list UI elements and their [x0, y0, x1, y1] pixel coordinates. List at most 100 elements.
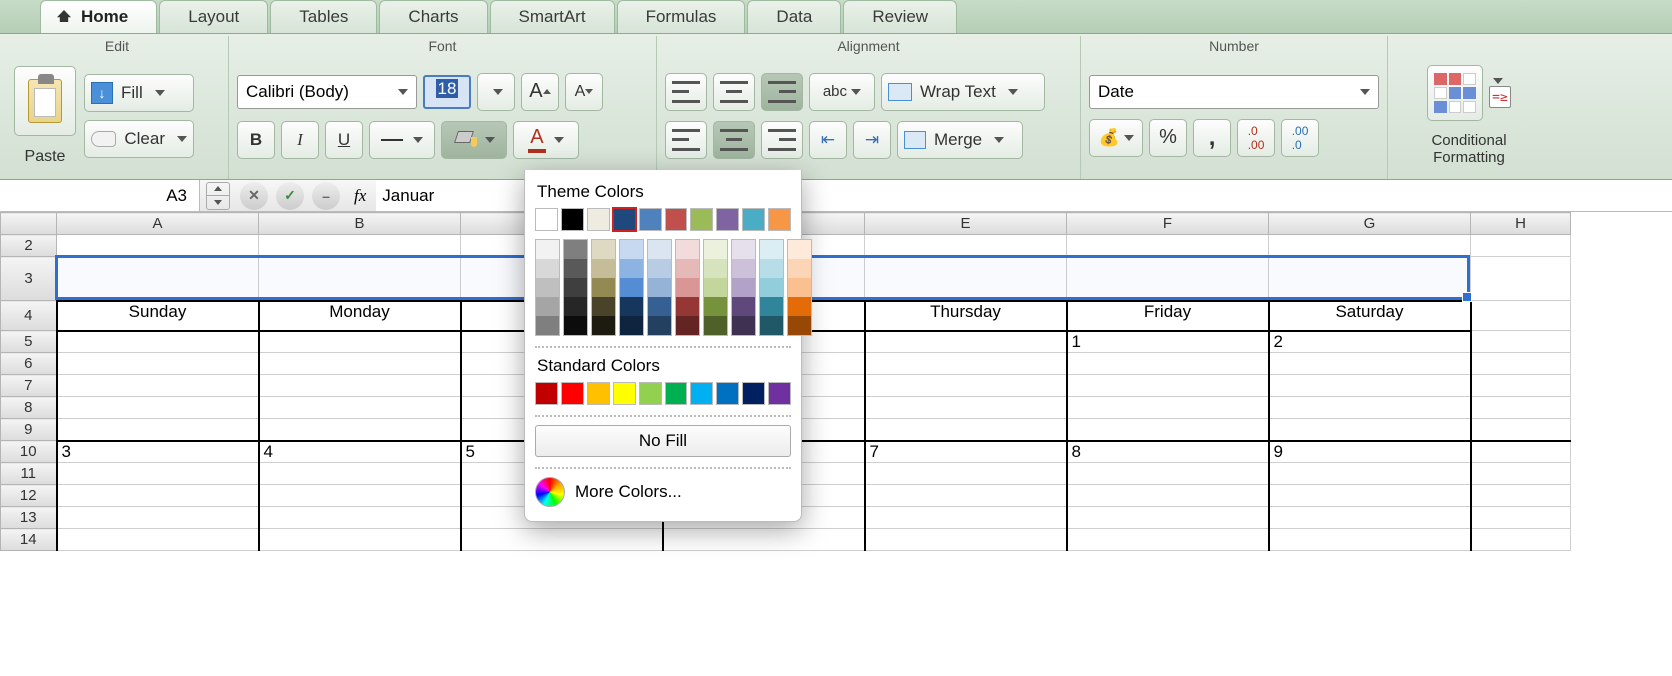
standard-color-swatch[interactable]	[716, 382, 739, 405]
theme-shade-swatch[interactable]	[592, 259, 615, 278]
wrap-text-button[interactable]: Wrap Text	[881, 73, 1045, 111]
theme-shade-swatch[interactable]	[620, 278, 643, 297]
standard-color-swatch[interactable]	[535, 382, 558, 405]
theme-shade-swatch[interactable]	[620, 259, 643, 278]
calendar-cell[interactable]	[865, 485, 1067, 507]
fill-color-button[interactable]	[441, 121, 507, 159]
theme-shade-swatch[interactable]	[704, 316, 727, 335]
underline-button[interactable]: U	[325, 121, 363, 159]
theme-shade-swatch[interactable]	[592, 278, 615, 297]
theme-shade-swatch[interactable]	[564, 278, 587, 297]
theme-color-swatch[interactable]	[742, 208, 765, 231]
calendar-cell[interactable]	[259, 353, 461, 375]
column-header[interactable]: E	[865, 213, 1067, 235]
calendar-cell[interactable]	[57, 463, 259, 485]
border-button[interactable]	[369, 121, 435, 159]
calendar-cell[interactable]: 2	[1269, 331, 1471, 353]
theme-shade-swatch[interactable]	[760, 278, 783, 297]
theme-shade-swatch[interactable]	[788, 297, 811, 316]
orientation-button[interactable]: abc	[809, 73, 875, 111]
calendar-cell[interactable]	[663, 529, 865, 551]
tab-data[interactable]: Data	[747, 0, 841, 33]
standard-color-swatch[interactable]	[742, 382, 765, 405]
theme-shade-swatch[interactable]	[788, 259, 811, 278]
row-header[interactable]: 6	[1, 353, 57, 375]
theme-shade-swatch[interactable]	[536, 297, 559, 316]
align-right-button[interactable]	[761, 121, 803, 159]
italic-button[interactable]: I	[281, 121, 319, 159]
tab-formulas[interactable]: Formulas	[617, 0, 746, 33]
calendar-cell[interactable]	[1269, 419, 1471, 441]
standard-color-swatch[interactable]	[561, 382, 584, 405]
calendar-cell[interactable]	[1269, 353, 1471, 375]
theme-color-swatch[interactable]	[587, 208, 610, 231]
calendar-cell[interactable]	[259, 419, 461, 441]
fill-button[interactable]: ↓ Fill	[84, 74, 194, 112]
standard-color-swatch[interactable]	[768, 382, 791, 405]
theme-shade-swatch[interactable]	[564, 316, 587, 335]
row-header[interactable]: 3	[1, 257, 57, 301]
calendar-cell[interactable]	[57, 353, 259, 375]
name-box-stepper[interactable]	[206, 182, 230, 210]
row-header[interactable]: 11	[1, 463, 57, 485]
number-format-select[interactable]: Date	[1089, 75, 1379, 109]
calendar-cell[interactable]	[865, 463, 1067, 485]
decrease-decimal-button[interactable]: .0.00	[1237, 119, 1275, 157]
row-header[interactable]: 12	[1, 485, 57, 507]
column-header[interactable]: F	[1067, 213, 1269, 235]
calendar-cell[interactable]	[1269, 463, 1471, 485]
standard-color-swatch[interactable]	[665, 382, 688, 405]
decrease-indent-button[interactable]: ⇤	[809, 121, 847, 159]
calendar-cell[interactable]	[259, 375, 461, 397]
calendar-cell[interactable]	[1067, 419, 1269, 441]
formula-builder-button[interactable]: –	[312, 182, 340, 210]
calendar-cell[interactable]	[57, 507, 259, 529]
merge-button[interactable]: Merge	[897, 121, 1023, 159]
column-header[interactable]: A	[57, 213, 259, 235]
theme-shade-swatch[interactable]	[648, 240, 671, 259]
no-fill-button[interactable]: No Fill	[535, 425, 791, 457]
name-box[interactable]: A3	[0, 180, 200, 211]
dropdown-icon[interactable]	[1493, 78, 1503, 84]
tab-layout[interactable]: Layout	[159, 0, 268, 33]
theme-shade-swatch[interactable]	[564, 240, 587, 259]
theme-color-swatch[interactable]	[665, 208, 688, 231]
paste-button[interactable]	[14, 66, 76, 136]
calendar-cell[interactable]	[1067, 463, 1269, 485]
more-colors-button[interactable]: More Colors...	[535, 477, 791, 507]
theme-shade-swatch[interactable]	[648, 316, 671, 335]
tab-review[interactable]: Review	[843, 0, 957, 33]
theme-shade-swatch[interactable]	[648, 297, 671, 316]
calendar-cell[interactable]	[1269, 507, 1471, 529]
theme-shade-swatch[interactable]	[564, 297, 587, 316]
calendar-cell[interactable]	[259, 529, 461, 551]
align-left-button[interactable]	[665, 121, 707, 159]
row-header[interactable]: 13	[1, 507, 57, 529]
calendar-cell[interactable]	[1067, 529, 1269, 551]
theme-shade-swatch[interactable]	[788, 316, 811, 335]
font-size-input[interactable]: 18	[423, 75, 471, 109]
theme-shade-swatch[interactable]	[788, 240, 811, 259]
calendar-cell[interactable]	[865, 331, 1067, 353]
tab-charts[interactable]: Charts	[379, 0, 487, 33]
standard-color-swatch[interactable]	[613, 382, 636, 405]
theme-shade-swatch[interactable]	[732, 259, 755, 278]
row-header[interactable]: 14	[1, 529, 57, 551]
row-header[interactable]: 7	[1, 375, 57, 397]
theme-shade-swatch[interactable]	[676, 316, 699, 335]
calendar-cell[interactable]	[259, 463, 461, 485]
theme-shade-swatch[interactable]	[760, 259, 783, 278]
calendar-cell[interactable]	[259, 331, 461, 353]
theme-shade-swatch[interactable]	[620, 297, 643, 316]
theme-shade-swatch[interactable]	[536, 259, 559, 278]
percent-button[interactable]: %	[1149, 119, 1187, 157]
theme-shade-swatch[interactable]	[592, 316, 615, 335]
calendar-cell[interactable]	[865, 353, 1067, 375]
calendar-cell[interactable]: 8	[1067, 441, 1269, 463]
theme-shade-swatch[interactable]	[536, 240, 559, 259]
theme-color-swatch[interactable]	[690, 208, 713, 231]
theme-color-swatch[interactable]	[561, 208, 584, 231]
calendar-cell[interactable]	[1269, 375, 1471, 397]
theme-shade-swatch[interactable]	[648, 278, 671, 297]
column-header[interactable]: G	[1269, 213, 1471, 235]
